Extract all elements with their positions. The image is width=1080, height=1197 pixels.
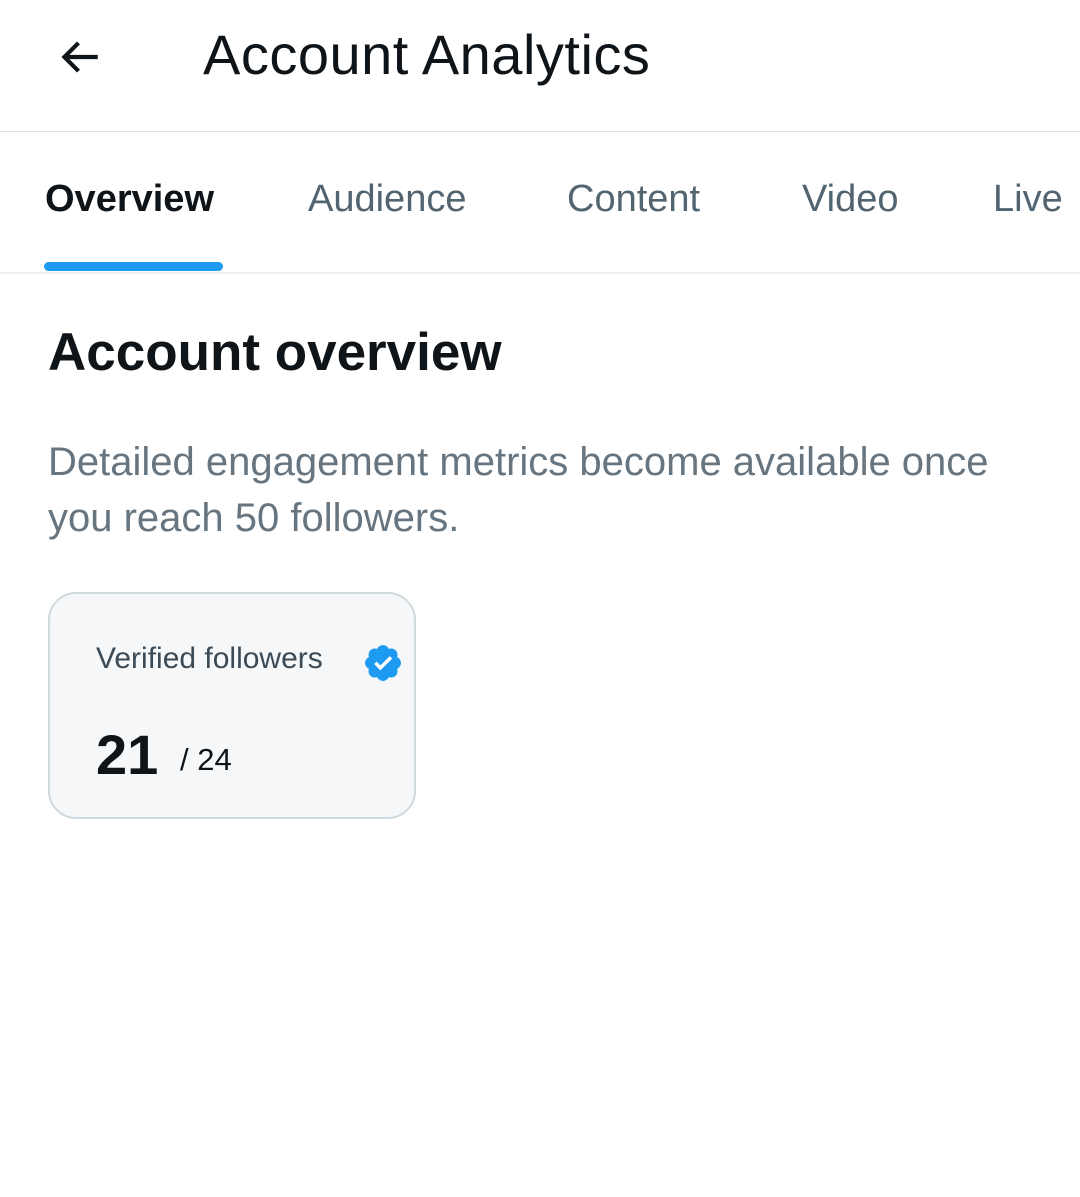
tab-audience[interactable]: Audience bbox=[308, 178, 466, 221]
arrow-left-icon bbox=[61, 41, 98, 73]
verified-badge-icon bbox=[365, 645, 401, 681]
verified-followers-card: Verified followers 21 / 24 bbox=[48, 592, 416, 819]
tab-overview[interactable]: Overview bbox=[45, 178, 214, 221]
tab-content[interactable]: Content bbox=[567, 178, 700, 221]
back-button[interactable] bbox=[36, 14, 122, 100]
tab-video[interactable]: Video bbox=[802, 178, 899, 221]
tab-live[interactable]: Live bbox=[993, 178, 1063, 221]
stat-value: 21 bbox=[96, 723, 159, 786]
stat-label: Verified followers bbox=[96, 642, 323, 675]
app-bar: Account Analytics bbox=[0, 0, 1080, 132]
section-description: Detailed engagement metrics become avail… bbox=[48, 440, 989, 540]
section-title: Account overview bbox=[48, 323, 502, 382]
active-tab-indicator bbox=[44, 262, 223, 271]
page-title: Account Analytics bbox=[203, 23, 651, 86]
tab-bar: Overview Audience Content Video Live bbox=[0, 132, 1080, 274]
stat-total: / 24 bbox=[180, 742, 232, 777]
